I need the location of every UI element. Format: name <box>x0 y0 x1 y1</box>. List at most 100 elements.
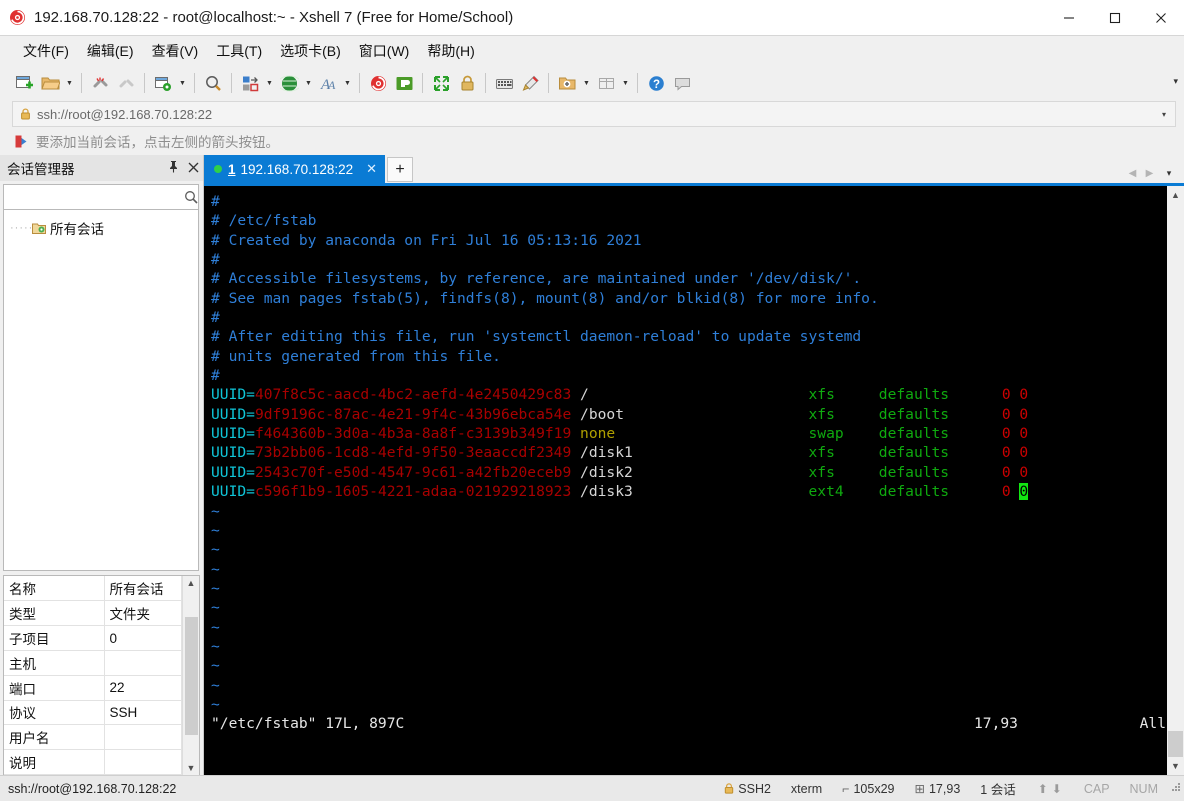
address-bar[interactable]: ssh://root@192.168.70.128:22 ▾ <box>12 101 1176 127</box>
session-search-box[interactable] <box>3 184 199 210</box>
help-icon[interactable]: ? <box>643 69 669 97</box>
minimize-button[interactable] <box>1046 0 1092 36</box>
terminal-line-empty: ~ <box>211 560 1166 579</box>
fullscreen-icon[interactable] <box>428 69 454 97</box>
tilde-marker: ~ <box>211 657 220 675</box>
scroll-up-icon[interactable]: ▲ <box>1171 186 1180 204</box>
scroll-down-icon[interactable]: ▼ <box>187 763 196 773</box>
terminal-line-comment: # units generated from this file. <box>211 347 1166 366</box>
comment-text: # Created by anaconda on Fri Jul 16 05:1… <box>211 231 642 249</box>
tab-close-icon[interactable]: ✕ <box>362 161 381 177</box>
prop-key: 用户名 <box>4 724 105 751</box>
menu-edit[interactable]: 编辑(E) <box>78 37 143 65</box>
session-properties-icon[interactable] <box>150 69 176 97</box>
session-properties-dropdown-icon[interactable]: ▼ <box>176 69 189 97</box>
status-position-label: 17,93 <box>928 781 961 796</box>
panel-close-icon[interactable] <box>183 161 203 176</box>
scrollbar-thumb[interactable] <box>184 616 198 735</box>
comment-text: # <box>211 251 220 269</box>
hint-text: 要添加当前会话，点击左侧的箭头按钮。 <box>36 135 279 150</box>
scrollbar-thumb[interactable] <box>1168 731 1183 757</box>
new-tab-button[interactable]: + <box>387 157 414 182</box>
lock-icon[interactable] <box>454 69 480 97</box>
disconnect-icon[interactable] <box>87 69 113 97</box>
session-tree[interactable]: ····· 所有会话 <box>3 210 199 571</box>
session-search-input[interactable] <box>4 186 184 208</box>
globe-icon[interactable] <box>276 69 302 97</box>
lock-icon <box>13 108 37 120</box>
fstab-uuid-key: UUID= <box>211 463 255 481</box>
svg-text:A: A <box>327 78 336 92</box>
transfer-dropdown-icon[interactable]: ▼ <box>263 69 276 97</box>
comment-icon[interactable] <box>669 69 695 97</box>
pin-icon[interactable] <box>163 160 183 176</box>
terminal-line-fstab: UUID=c596f1b9-1605-4221-adaa-02192921892… <box>211 482 1166 501</box>
reconnect-icon[interactable] <box>113 69 139 97</box>
menu-file[interactable]: 文件(F) <box>14 37 78 65</box>
new-folder-dropdown-icon[interactable]: ▼ <box>580 69 593 97</box>
tab-session-1[interactable]: 1 192.168.70.128:22 ✕ <box>204 155 386 183</box>
tilde-marker: ~ <box>211 695 220 713</box>
font-icon[interactable]: A A <box>315 69 341 97</box>
new-session-icon[interactable] <box>11 69 37 97</box>
new-folder-icon[interactable] <box>554 69 580 97</box>
terminal-scrollbar[interactable]: ▲ ▼ <box>1166 186 1184 775</box>
tree-item-all-sessions[interactable]: ····· 所有会话 <box>4 218 198 238</box>
prop-key: 端口 <box>4 675 105 701</box>
xftp-icon[interactable] <box>391 69 417 97</box>
close-button[interactable] <box>1138 0 1184 36</box>
fstab-pass: 0 <box>1019 386 1029 404</box>
terminal-line-empty: ~ <box>211 618 1166 637</box>
scroll-down-icon[interactable]: ▼ <box>1171 757 1180 775</box>
maximize-button[interactable] <box>1092 0 1138 36</box>
properties-scrollbar[interactable]: ▲ ▼ <box>182 576 199 775</box>
font-dropdown-icon[interactable]: ▼ <box>341 69 354 97</box>
terminal-line-comment: # Created by anaconda on Fri Jul 16 05:1… <box>211 231 1166 250</box>
table-row: 名称 所有会话 <box>4 576 182 602</box>
toolbar-overflow-icon[interactable]: ▾ <box>1173 76 1178 87</box>
globe-dropdown-icon[interactable]: ▼ <box>302 69 315 97</box>
fstab-pass: 0 <box>1019 425 1029 443</box>
open-folder-icon[interactable] <box>37 69 63 97</box>
tab-label: 192.168.70.128:22 <box>240 161 354 177</box>
toolbar: ▼ ▼ ▼ ▼ A A ▼ ▼ ▼ ? ▾ <box>0 65 1184 101</box>
fstab-fstype: xfs <box>808 405 879 423</box>
status-session-count: 1 会话 <box>980 783 1016 797</box>
menu-window[interactable]: 窗口(W) <box>350 37 419 65</box>
highlight-icon[interactable] <box>517 69 543 97</box>
menu-tools[interactable]: 工具(T) <box>207 37 271 65</box>
terminal-line-empty: ~ <box>211 656 1166 675</box>
layout-icon[interactable] <box>593 69 619 97</box>
resize-grip-icon[interactable] <box>1168 782 1184 795</box>
tab-scroll-right-icon[interactable]: ▶ <box>1141 168 1158 179</box>
fstab-mountpoint: /disk3 <box>580 483 809 501</box>
tilde-marker: ~ <box>211 676 220 694</box>
toolbar-separator <box>144 73 145 93</box>
transfer-icon[interactable] <box>237 69 263 97</box>
fstab-fstype: xfs <box>808 444 879 462</box>
xshell-icon[interactable] <box>365 69 391 97</box>
title-bar: 192.168.70.128:22 - root@localhost:~ - X… <box>0 0 1184 36</box>
menu-view[interactable]: 查看(V) <box>143 37 208 65</box>
scrollbar-track[interactable] <box>1167 204 1184 757</box>
comment-text: # After editing this file, run 'systemct… <box>211 328 862 346</box>
fstab-options: defaults <box>878 405 1002 423</box>
menu-help[interactable]: 帮助(H) <box>418 37 483 65</box>
open-folder-dropdown-icon[interactable]: ▼ <box>63 69 76 97</box>
keyboard-icon[interactable] <box>491 69 517 97</box>
terminal-line-empty: ~ <box>211 676 1166 695</box>
terminal-line-fstab: UUID=f464360b-3d0a-4b3a-8a8f-c3139b349f1… <box>211 424 1166 443</box>
terminal-line-fstab: UUID=9df9196c-87ac-4e21-9f4c-43b96ebca54… <box>211 405 1166 424</box>
terminal-screen[interactable]: # # /etc/fstab # Created by anaconda on Fr… <box>204 186 1166 775</box>
address-value[interactable]: ssh://root@192.168.70.128:22 <box>37 107 1153 122</box>
tab-list-dropdown-icon[interactable]: ▾ <box>1158 168 1180 179</box>
tree-item-label: 所有会话 <box>50 222 104 237</box>
scroll-up-icon[interactable]: ▲ <box>187 578 196 588</box>
address-dropdown-icon[interactable]: ▾ <box>1153 110 1175 119</box>
layout-dropdown-icon[interactable]: ▼ <box>619 69 632 97</box>
find-icon[interactable] <box>200 69 226 97</box>
tilde-marker: ~ <box>211 521 220 539</box>
search-icon[interactable] <box>184 190 199 205</box>
tab-scroll-left-icon[interactable]: ◀ <box>1124 168 1141 179</box>
menu-tabs[interactable]: 选项卡(B) <box>271 37 350 65</box>
